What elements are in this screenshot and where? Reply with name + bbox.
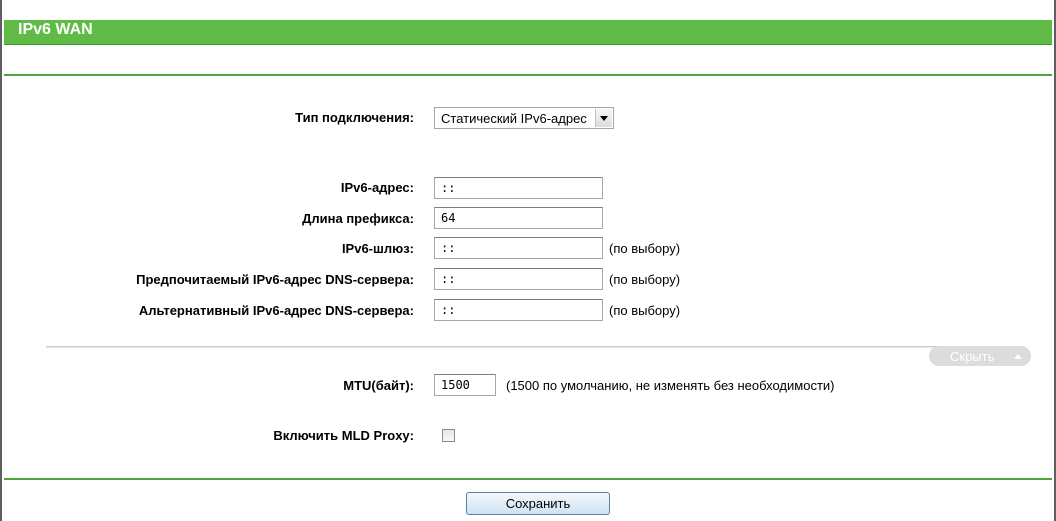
prefix-length-input[interactable]: 64 bbox=[434, 207, 603, 229]
prefix-length-label: Длина префикса: bbox=[302, 211, 414, 226]
dropdown-arrow-icon[interactable] bbox=[595, 109, 612, 127]
primary-dns-input[interactable]: :: bbox=[434, 268, 603, 290]
mtu-hint: (1500 по умолчанию, не изменять без необ… bbox=[506, 378, 835, 393]
connection-type-value: Статический IPv6-адрес bbox=[441, 111, 587, 126]
primary-dns-label: Предпочитаемый IPv6-адрес DNS-сервера: bbox=[136, 272, 414, 287]
mld-proxy-label: Включить MLD Proxy: bbox=[273, 428, 414, 443]
ipv6-address-label: IPv6-адрес: bbox=[340, 180, 414, 195]
gateway-input[interactable]: :: bbox=[434, 237, 603, 259]
primary-dns-hint: (по выбору) bbox=[609, 272, 681, 287]
save-button[interactable]: Сохранить bbox=[466, 492, 610, 515]
secondary-dns-input[interactable]: :: bbox=[434, 299, 603, 321]
caret-up-icon bbox=[1014, 354, 1022, 359]
page-frame: IPv6 WAN Тип подключения: Статический IP… bbox=[0, 0, 1056, 521]
top-divider bbox=[4, 74, 1052, 76]
secondary-dns-label: Альтернативный IPv6-адрес DNS-сервера: bbox=[138, 303, 414, 318]
mtu-input[interactable]: 1500 bbox=[434, 374, 496, 396]
hide-advanced-toggle[interactable]: Скрыть bbox=[929, 346, 1031, 366]
mld-proxy-checkbox[interactable] bbox=[442, 429, 455, 442]
gateway-hint: (по выбору) bbox=[609, 241, 681, 256]
advanced-divider bbox=[46, 346, 1022, 348]
connection-type-select[interactable]: Статический IPv6-адрес bbox=[434, 107, 614, 129]
hide-advanced-label: Скрыть bbox=[950, 349, 995, 364]
connection-type-label: Тип подключения: bbox=[295, 110, 414, 125]
mtu-label: MTU(байт): bbox=[343, 378, 414, 393]
section-title: IPv6 WAN bbox=[18, 21, 93, 38]
section-header: IPv6 WAN bbox=[4, 20, 1052, 45]
ipv6-address-input[interactable]: :: bbox=[434, 177, 603, 199]
secondary-dns-hint: (по выбору) bbox=[609, 303, 681, 318]
bottom-divider bbox=[4, 478, 1052, 480]
gateway-label: IPv6-шлюз: bbox=[341, 241, 414, 256]
